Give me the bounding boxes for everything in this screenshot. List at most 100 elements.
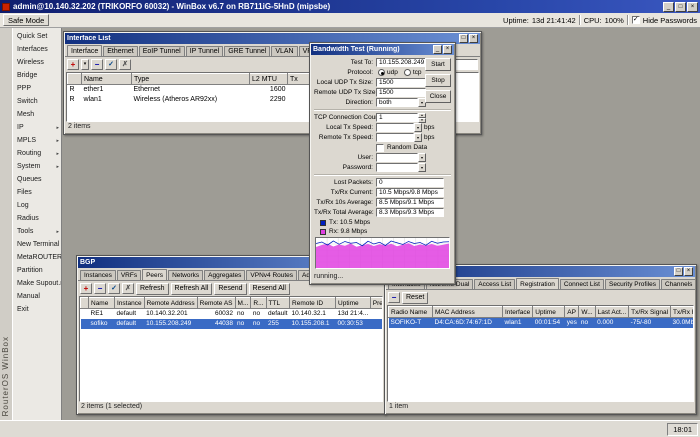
add-dropdown-icon[interactable]: ▾ (81, 59, 89, 70)
spinner-control[interactable]: ▲▼ (418, 113, 426, 122)
cell[interactable]: 5 (370, 309, 383, 319)
user-input[interactable] (376, 153, 418, 162)
tab-registration[interactable]: Registration (516, 278, 559, 290)
cell[interactable]: R (68, 85, 82, 95)
tab-peers[interactable]: Peers (142, 269, 167, 281)
cell[interactable]: default (115, 309, 145, 319)
sidebar-item-switch[interactable]: Switch (13, 95, 61, 108)
chevron-down-icon[interactable]: ▾ (414, 123, 422, 132)
tab-interface[interactable]: Interface (67, 45, 102, 57)
maximize-icon[interactable]: □ (459, 34, 468, 43)
add-button[interactable]: + (80, 283, 92, 294)
disable-button[interactable]: ✗ (122, 283, 134, 294)
column-header-tx-rx-rate[interactable]: Tx/Rx Rate (671, 307, 694, 318)
column-header-name[interactable]: Name (89, 298, 115, 309)
add-button[interactable]: + (67, 59, 79, 70)
refresh-button[interactable]: Refresh (136, 283, 169, 295)
sidebar-item-routing[interactable]: Routing▸ (13, 147, 61, 160)
column-header-type[interactable]: Type (132, 74, 250, 85)
cell[interactable]: no (235, 309, 251, 319)
sidebar-item-exit[interactable]: Exit (13, 303, 61, 316)
column-header-ttl[interactable]: TTL (266, 298, 290, 309)
column-header-mac-address[interactable]: MAC Address (433, 307, 503, 318)
minimize-icon[interactable]: _ (663, 2, 674, 12)
refresh-all-button[interactable]: Refresh All (171, 283, 213, 295)
tab-connect-list[interactable]: Connect List (560, 279, 604, 289)
cell[interactable] (81, 319, 89, 329)
column-header-last-act[interactable]: Last Act... (595, 307, 629, 318)
column-header-uptime[interactable]: Uptime (336, 298, 371, 309)
sidebar-item-ip[interactable]: IP▸ (13, 121, 61, 134)
table-row[interactable]: SOFIKO-TD4:CA:6D:74:67:1Dwlan100:01:54ye… (389, 318, 695, 328)
sidebar-item-wireless[interactable]: Wireless (13, 56, 61, 69)
tab-instances[interactable]: Instances (80, 270, 116, 280)
stop-button[interactable]: Stop (425, 74, 451, 87)
sidebar-item-partition[interactable]: Partition (13, 264, 61, 277)
enable-button[interactable]: ✓ (108, 283, 120, 294)
local-udp-tx-size-input[interactable]: 1500 (376, 78, 426, 87)
cell[interactable]: SOFIKO-T (389, 318, 433, 328)
column-header-remote-address[interactable]: Remote Address (144, 298, 197, 309)
cell[interactable]: Wireless (Atheros AR92xx) (132, 95, 250, 105)
tab-security-profiles[interactable]: Security Profiles (605, 279, 660, 289)
tab-ip-tunnel[interactable]: IP Tunnel (186, 46, 223, 56)
maximize-icon[interactable]: □ (675, 2, 686, 12)
tab-vpnv4-routes[interactable]: VPNv4 Routes (246, 270, 297, 280)
column-header-m[interactable]: M... (235, 298, 251, 309)
sidebar-item-queues[interactable]: Queues (13, 173, 61, 186)
tab-aggregates[interactable]: Aggregates (204, 270, 245, 280)
local-tx-speed-input[interactable] (376, 123, 414, 132)
tab-ethernet[interactable]: Ethernet (103, 46, 137, 56)
tab-access-list[interactable]: Access List (474, 279, 515, 289)
cell[interactable]: ether1 (82, 85, 132, 95)
cell[interactable]: 00:30:53 (336, 319, 371, 329)
cell[interactable]: D4:CA:6D:74:67:1D (433, 318, 503, 328)
sidebar-item-metarouter[interactable]: MetaROUTER (13, 251, 61, 264)
sidebar-item-bridge[interactable]: Bridge (13, 69, 61, 82)
cell[interactable]: 00:01:54 (533, 318, 565, 328)
column-header-l2-mtu[interactable]: L2 MTU (250, 74, 288, 85)
sidebar-item-log[interactable]: Log (13, 199, 61, 212)
cell[interactable]: wlan1 (503, 318, 533, 328)
cell[interactable]: 2290 (250, 95, 288, 105)
column-header-remote-as[interactable]: Remote AS (197, 298, 235, 309)
resend-all-button[interactable]: Resend All (249, 283, 290, 295)
remote-udp-tx-size-input[interactable]: 1500 (376, 88, 426, 97)
column-header-r[interactable]: R... (251, 298, 266, 309)
cell[interactable]: 13d 21:4... (336, 309, 371, 319)
cell[interactable]: 10.155.208.249 (144, 319, 197, 329)
sidebar-item-quick-set[interactable]: Quick Set (13, 30, 61, 43)
cell[interactable]: -75/-80 (629, 318, 671, 328)
column-header-interface[interactable]: Interface (503, 307, 533, 318)
column-header-tx-rx-signal[interactable]: Tx/Rx Signal (629, 307, 671, 318)
chevron-down-icon[interactable]: ▾ (418, 163, 426, 172)
close-icon[interactable]: × (469, 34, 478, 43)
column-header-remote-id[interactable]: Remote ID (290, 298, 336, 309)
cell[interactable]: 733 (370, 319, 383, 329)
close-icon[interactable]: × (443, 45, 452, 54)
sidebar-item-interfaces[interactable]: Interfaces (13, 43, 61, 56)
start-button[interactable]: Start (425, 58, 451, 71)
close-icon[interactable]: × (687, 2, 698, 12)
app-titlebar[interactable]: admin@10.140.32.202 (TRIKORFO 60032) - W… (0, 0, 700, 13)
cell[interactable]: 255 (266, 319, 290, 329)
cell[interactable]: 30.0Mbps/27.0Mbps (671, 318, 694, 328)
tab-eoip-tunnel[interactable]: EoIP Tunnel (139, 46, 185, 56)
cell[interactable]: 0.000 (595, 318, 629, 328)
minimize-icon[interactable]: _ (433, 45, 442, 54)
random-data-checkbox[interactable] (376, 144, 384, 152)
chevron-down-icon[interactable]: ▾ (418, 153, 426, 162)
sidebar-item-manual[interactable]: Manual (13, 290, 61, 303)
column-header-blank[interactable] (68, 74, 82, 85)
cell[interactable]: default (115, 319, 145, 329)
cell[interactable]: 10.140.32.1 (290, 309, 336, 319)
remove-button[interactable]: − (388, 292, 400, 303)
protocol-udp-radio[interactable] (378, 69, 385, 76)
sidebar-item-ppp[interactable]: PPP (13, 82, 61, 95)
reset-button[interactable]: Reset (402, 292, 428, 304)
tab-vlan[interactable]: VLAN (271, 46, 297, 56)
password-input[interactable] (376, 163, 418, 172)
tcp-connection-count-input[interactable]: 1 (376, 113, 418, 122)
tab-vrfs[interactable]: VRFs (117, 270, 141, 280)
remove-button[interactable]: − (94, 283, 106, 294)
